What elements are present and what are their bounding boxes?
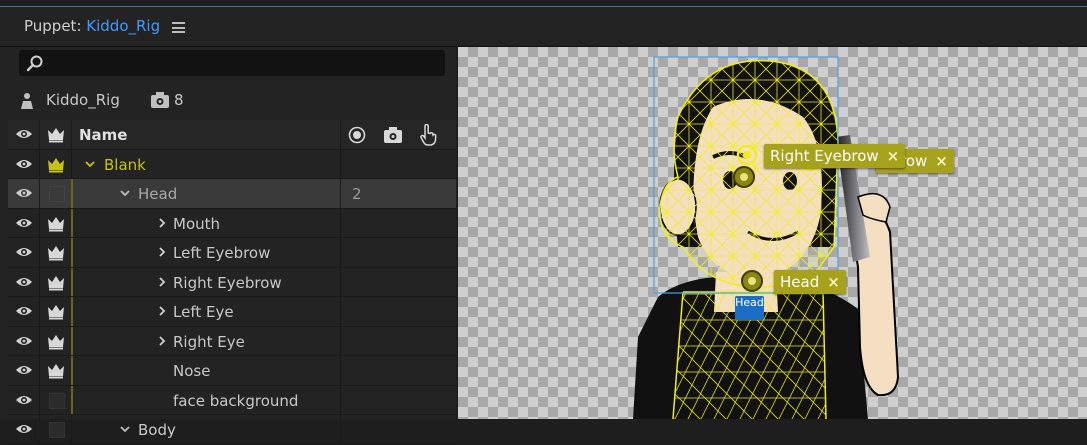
crown-icon[interactable]: [47, 304, 65, 320]
crown-icon[interactable]: [47, 157, 65, 173]
head-origin-marker[interactable]: Head: [735, 296, 764, 320]
eye-icon[interactable]: [15, 157, 33, 171]
hand-pointer-icon[interactable]: [418, 124, 438, 146]
layer-name: Right Eyebrow: [173, 273, 282, 292]
eye-icon[interactable]: [15, 245, 33, 259]
scene-canvas[interactable]: row × Right Eyebrow × Head × Head: [458, 47, 1087, 419]
character-artwork: [633, 56, 900, 419]
eye-icon[interactable]: [15, 334, 33, 348]
puppet-icon: [21, 93, 33, 109]
layer-row-left-eyebrow[interactable]: Left Eyebrow: [8, 238, 456, 268]
camera-icon: [151, 92, 169, 108]
search-input[interactable]: [19, 50, 445, 76]
close-icon[interactable]: ×: [827, 273, 840, 291]
layer-name: Left Eyebrow: [173, 244, 271, 262]
camera-count: 8: [174, 91, 184, 109]
record-icon[interactable]: [348, 126, 366, 144]
eye-icon[interactable]: [15, 127, 33, 141]
chevron-down-icon[interactable]: [119, 423, 131, 435]
close-icon[interactable]: ×: [935, 152, 948, 170]
eye-icon[interactable]: [15, 393, 33, 407]
chevron-down-icon[interactable]: [84, 158, 96, 170]
eye-icon[interactable]: [15, 275, 33, 289]
layer-row-right-eye[interactable]: Right Eye: [8, 326, 456, 356]
layer-name: Blank: [104, 155, 146, 174]
eye-icon[interactable]: [15, 363, 33, 377]
puppet-panel: Kiddo_Rig 8 Name Blank Head 2 Mouth Left…: [0, 47, 456, 445]
handle-tag-right-eyebrow[interactable]: Right Eyebrow ×: [764, 144, 906, 168]
layer-name: face background: [173, 391, 299, 410]
layer-name: Left Eye: [173, 303, 234, 321]
hamburger-menu-icon[interactable]: [172, 22, 185, 33]
layer-name: Right Eye: [173, 332, 245, 351]
eye-icon[interactable]: [15, 304, 33, 318]
crown-icon[interactable]: [47, 363, 65, 379]
layer-row-head[interactable]: Head 2: [8, 179, 456, 209]
rig-name: Kiddo_Rig: [46, 91, 120, 109]
table-header: Name: [8, 120, 456, 150]
crown-icon[interactable]: [47, 275, 65, 291]
layer-name: Body: [138, 421, 176, 439]
crown-toggle-empty[interactable]: [49, 186, 65, 202]
layer-row-left-eye[interactable]: Left Eye: [8, 297, 456, 327]
chevron-right-icon[interactable]: [156, 276, 168, 288]
chevron-right-icon[interactable]: [156, 305, 168, 317]
crown-toggle-empty[interactable]: [49, 392, 65, 409]
chevron-right-icon[interactable]: [156, 335, 168, 347]
head-origin-label: Head: [735, 296, 764, 309]
chevron-right-icon[interactable]: [156, 246, 168, 258]
eye-icon[interactable]: [15, 186, 33, 200]
layer-name: Mouth: [173, 214, 221, 233]
layer-row-right-eyebrow[interactable]: Right Eyebrow: [8, 267, 456, 297]
handle-tag-head[interactable]: Head ×: [774, 270, 846, 294]
crown-icon[interactable]: [47, 245, 65, 261]
eye-icon[interactable]: [15, 216, 33, 230]
chevron-right-icon[interactable]: [156, 217, 168, 229]
panel-title-rig[interactable]: Kiddo_Rig: [86, 17, 160, 35]
search-icon: [26, 55, 43, 72]
chevron-down-icon[interactable]: [119, 187, 131, 199]
crown-icon[interactable]: [47, 216, 65, 232]
column-name-header[interactable]: Name: [79, 126, 127, 144]
panel-title: Puppet: Kiddo_Rig: [24, 17, 160, 35]
crown-icon[interactable]: [47, 127, 65, 143]
camera-icon[interactable]: [383, 126, 403, 144]
crown-icon[interactable]: [47, 334, 65, 350]
eye-icon[interactable]: [15, 422, 33, 436]
layer-name: Nose: [173, 362, 211, 380]
panel-header: Puppet: Kiddo_Rig: [0, 7, 1087, 47]
layer-name: Head: [138, 185, 178, 203]
handle-tag-label: Right Eyebrow: [770, 147, 879, 165]
handle-tag-label: Head: [780, 273, 820, 291]
close-icon[interactable]: ×: [887, 147, 900, 165]
layer-row-nose[interactable]: Nose: [8, 356, 456, 386]
panel-title-prefix: Puppet:: [24, 17, 87, 35]
crown-toggle-empty[interactable]: [49, 422, 65, 438]
layer-row-blank[interactable]: Blank: [8, 149, 456, 179]
layer-row-body[interactable]: Body: [8, 415, 456, 445]
layer-table: Name Blank Head 2 Mouth Left Eyebrow Rig…: [8, 120, 456, 445]
handle-count: 2: [352, 185, 362, 203]
layer-row-face-background[interactable]: face background: [8, 385, 456, 415]
layer-row-mouth[interactable]: Mouth: [8, 208, 456, 238]
